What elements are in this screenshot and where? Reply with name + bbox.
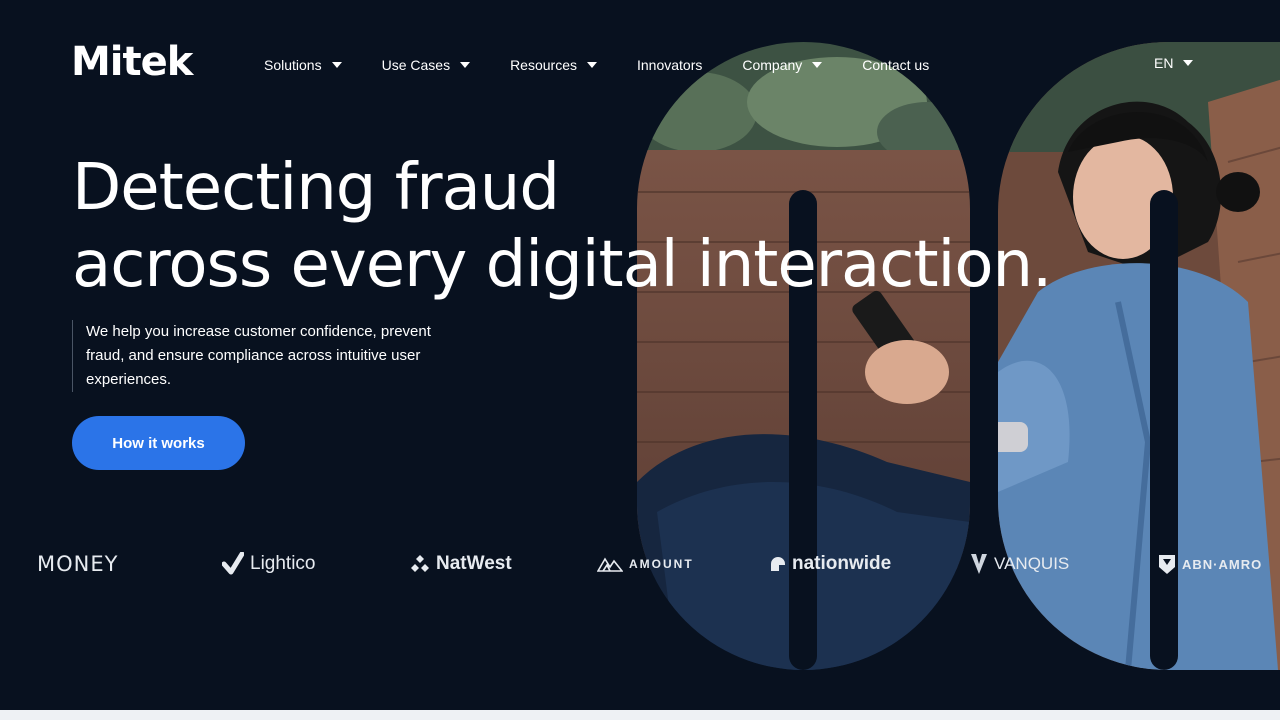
headline-line-1: Detecting fraud (72, 151, 560, 225)
partner-logo-abn-amro: ABN·AMRO (1158, 546, 1262, 582)
partner-name: MONEY (37, 552, 119, 576)
logo-wordmark: Mitek (71, 39, 193, 85)
partner-logo-lightico: Lightico (222, 546, 316, 582)
page: Mitek Solutions Use Cases Resources Inno… (0, 0, 1280, 720)
lightico-check-icon (222, 552, 244, 576)
nav-label: Use Cases (381, 57, 451, 73)
nav-item-solutions[interactable]: Solutions (264, 57, 342, 73)
how-it-works-button[interactable]: How it works (72, 416, 245, 470)
partner-name: NatWest (436, 553, 512, 574)
chevron-down-icon (1183, 60, 1194, 66)
cta-label: How it works (112, 434, 205, 452)
hero-headline: Detecting fraud across every digital int… (72, 150, 1072, 304)
mitek-logo[interactable]: Mitek (71, 39, 193, 85)
natwest-cubes-icon (410, 554, 430, 574)
nav-label: Solutions (264, 57, 322, 73)
nationwide-roof-icon (770, 556, 786, 572)
partner-logo-virgin-money: MONEY (37, 546, 118, 582)
main-nav: Solutions Use Cases Resources Innovators… (264, 55, 969, 75)
chevron-down-icon (586, 62, 597, 68)
nav-label: Contact us (862, 57, 930, 73)
partner-name: VANQUIS (994, 554, 1070, 573)
nav-item-company[interactable]: Company (742, 57, 823, 73)
vanquis-v-icon (970, 553, 988, 575)
chevron-down-icon (460, 62, 471, 68)
partner-logo-nationwide: nationwide (770, 546, 891, 582)
nav-item-use-cases[interactable]: Use Cases (381, 57, 471, 73)
language-selector[interactable]: EN (1154, 55, 1194, 71)
nav-item-contact[interactable]: Contact us (862, 57, 929, 73)
nav-item-innovators[interactable]: Innovators (637, 57, 702, 73)
partner-name: nationwide (792, 553, 892, 574)
partner-name: AMOUNT (629, 557, 694, 571)
hero-subtext: We help you increase customer confidence… (72, 320, 472, 392)
nav-label: Innovators (636, 57, 703, 73)
partner-logo-vanquis: VANQUIS (970, 546, 1069, 582)
chevron-down-icon (331, 62, 342, 68)
partner-logo-natwest: NatWest (410, 546, 512, 582)
headline-line-2: across every digital interaction. (72, 228, 1052, 302)
language-label: EN (1154, 55, 1174, 71)
amount-mountain-icon (597, 556, 623, 572)
partner-logo-amount: AMOUNT (597, 546, 694, 582)
next-section-edge (0, 710, 1280, 720)
abn-amro-shield-icon (1158, 553, 1176, 575)
nav-label: Company (742, 57, 803, 73)
nav-item-resources[interactable]: Resources (510, 57, 597, 73)
nav-label: Resources (510, 57, 577, 73)
chevron-down-icon (812, 62, 823, 68)
partner-name: Lightico (250, 553, 316, 574)
arch-divider (1150, 190, 1178, 670)
partner-name: ABN·AMRO (1182, 556, 1263, 572)
partner-logos: MONEY Lightico NatWest AMOUNT nationwide… (0, 546, 1280, 582)
